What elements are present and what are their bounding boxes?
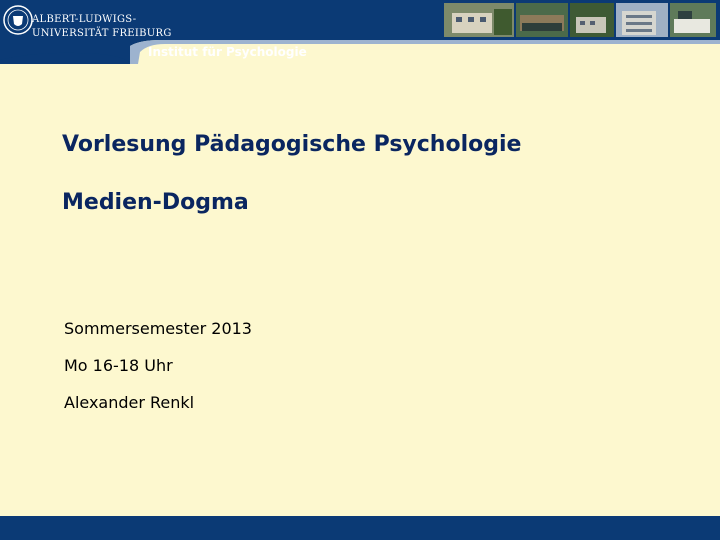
lecture-title: Vorlesung Pädagogische Psychologie [62, 132, 522, 157]
lecture-subtitle: Medien-Dogma [62, 190, 249, 215]
campus-photo-1 [444, 3, 514, 37]
university-name-line1: ALBERT-LUDWIGS- [32, 14, 137, 25]
university-logo: ALBERT-LUDWIGS- UNIVERSITÄT FREIBURG [2, 4, 171, 50]
university-name-line2: UNIVERSITÄT FREIBURG [32, 28, 172, 39]
campus-photo-3 [570, 3, 614, 37]
institute-name: Institut für Psychologie [148, 45, 307, 59]
university-seal-icon [3, 5, 33, 35]
footer-bar [0, 516, 720, 540]
campus-photo-4 [616, 3, 668, 37]
semester-text: Sommersemester 2013 [64, 319, 252, 338]
campus-photo-strip [444, 3, 716, 37]
schedule-text: Mo 16-18 Uhr [64, 356, 173, 375]
header-banner: ALBERT-LUDWIGS- UNIVERSITÄT FREIBURG Ins… [0, 0, 720, 64]
campus-photo-2 [516, 3, 568, 37]
lecturer-name: Alexander Renkl [64, 393, 195, 412]
campus-photo-5 [670, 3, 716, 37]
